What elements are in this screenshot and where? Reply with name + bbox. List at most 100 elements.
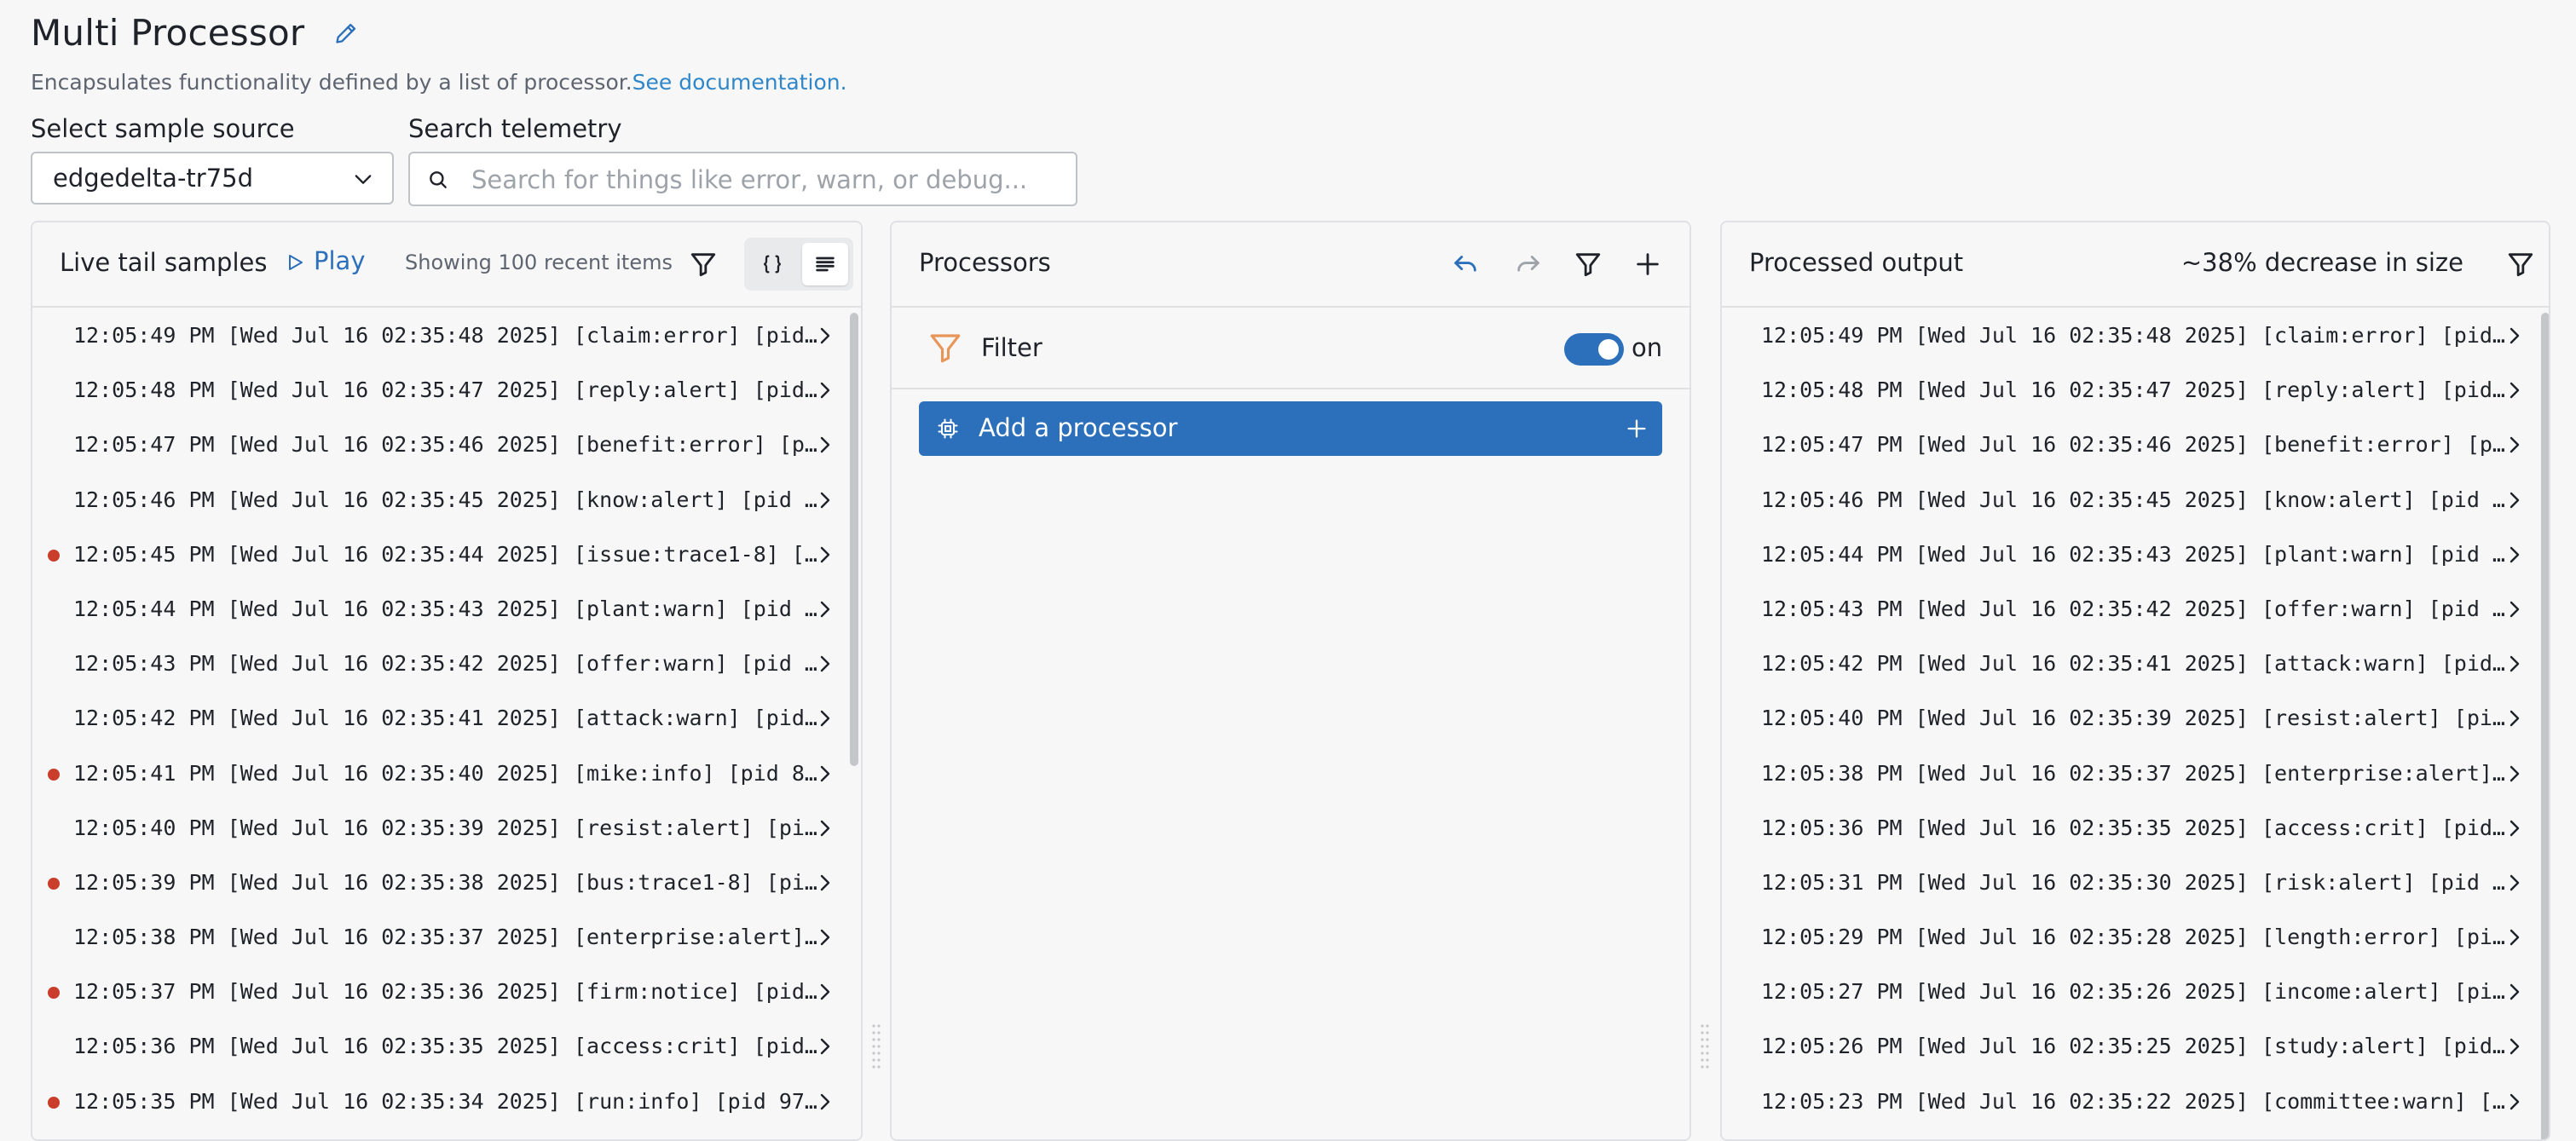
log-row-text: 12:05:46 PM [Wed Jul 16 02:35:45 2025] [… [1761, 487, 2505, 512]
chevron-right-icon[interactable] [815, 598, 835, 620]
chevron-right-icon[interactable] [2504, 926, 2525, 948]
log-row[interactable]: 12:05:36 PM [Wed Jul 16 02:35:35 2025] [… [32, 1018, 861, 1073]
chevron-right-icon[interactable] [2504, 1091, 2525, 1113]
chevron-right-icon[interactable] [815, 1035, 835, 1057]
chevron-right-icon[interactable] [815, 817, 835, 839]
chevron-right-icon[interactable] [815, 544, 835, 566]
redo-icon[interactable] [1514, 250, 1543, 279]
chevron-right-icon[interactable] [815, 489, 835, 511]
error-indicator-dot [48, 877, 60, 890]
chevron-right-icon[interactable] [2504, 489, 2525, 511]
scrollbar-thumb[interactable] [2541, 313, 2549, 1139]
chevron-right-icon[interactable] [2504, 653, 2525, 675]
log-row[interactable]: 12:05:40 PM [Wed Jul 16 02:35:39 2025] [… [32, 800, 861, 855]
json-view-button[interactable] [749, 243, 795, 285]
chevron-right-icon[interactable] [2504, 325, 2525, 347]
add-icon[interactable] [1633, 250, 1662, 279]
log-row[interactable]: 12:05:45 PM [Wed Jul 16 02:35:44 2025] [… [32, 527, 861, 581]
undo-icon[interactable] [1451, 250, 1480, 279]
chevron-right-icon[interactable] [815, 981, 835, 1003]
resize-handle[interactable] [1701, 1023, 1709, 1074]
log-row[interactable]: 12:05:29 PM [Wed Jul 16 02:35:28 2025] [… [1722, 909, 2549, 964]
text-view-button[interactable] [802, 243, 848, 285]
filter-processor-row[interactable]: Filter on [892, 308, 1689, 389]
chevron-right-icon[interactable] [2504, 544, 2525, 566]
chevron-right-icon[interactable] [815, 434, 835, 456]
page-header: Multi Processor [31, 12, 358, 54]
chevron-right-icon[interactable] [815, 763, 835, 785]
filter-toggle[interactable] [1564, 333, 1624, 366]
page-description: Encapsulates functionality defined by a … [31, 70, 847, 95]
processors-header: Processors [892, 222, 1689, 308]
log-row[interactable]: 12:05:47 PM [Wed Jul 16 02:35:46 2025] [… [1722, 417, 2549, 471]
log-row[interactable]: 12:05:41 PM [Wed Jul 16 02:35:40 2025] [… [32, 746, 861, 800]
log-row[interactable]: 12:05:42 PM [Wed Jul 16 02:35:41 2025] [… [32, 690, 861, 745]
chevron-right-icon[interactable] [815, 707, 835, 729]
log-row[interactable]: 12:05:38 PM [Wed Jul 16 02:35:37 2025] [… [32, 909, 861, 964]
processed-output-title: Processed output [1749, 248, 1964, 277]
chevron-right-icon[interactable] [815, 872, 835, 894]
resize-handle[interactable] [872, 1023, 881, 1074]
chevron-right-icon[interactable] [2504, 817, 2525, 839]
error-indicator-dot [48, 549, 60, 562]
chevron-right-icon[interactable] [815, 926, 835, 948]
play-button[interactable]: Play [285, 246, 365, 275]
add-processor-button[interactable]: Add a processor [919, 401, 1662, 456]
chevron-right-icon[interactable] [815, 1091, 835, 1113]
page-title: Multi Processor [31, 12, 305, 54]
log-row[interactable]: 12:05:46 PM [Wed Jul 16 02:35:45 2025] [… [32, 472, 861, 527]
sample-source-select[interactable]: edgedelta-tr75d [31, 152, 394, 205]
log-row[interactable]: 12:05:44 PM [Wed Jul 16 02:35:43 2025] [… [32, 581, 861, 636]
log-row[interactable]: 12:05:38 PM [Wed Jul 16 02:35:37 2025] [… [1722, 746, 2549, 800]
log-row[interactable]: 12:05:47 PM [Wed Jul 16 02:35:46 2025] [… [32, 417, 861, 471]
chevron-right-icon[interactable] [2504, 763, 2525, 785]
chevron-right-icon[interactable] [2504, 379, 2525, 401]
log-row[interactable]: 12:05:49 PM [Wed Jul 16 02:35:48 2025] [… [1722, 308, 2549, 362]
filter-icon[interactable] [2506, 250, 2535, 279]
chevron-right-icon[interactable] [2504, 707, 2525, 729]
processed-output-panel: Processed output ~38% decrease in size 1… [1720, 221, 2550, 1141]
log-row[interactable]: 12:05:31 PM [Wed Jul 16 02:35:30 2025] [… [1722, 855, 2549, 909]
log-row[interactable]: 12:05:23 PM [Wed Jul 16 02:35:22 2025] [… [1722, 1074, 2549, 1128]
log-row-text: 12:05:43 PM [Wed Jul 16 02:35:42 2025] [… [1761, 596, 2505, 621]
log-row[interactable]: 12:05:43 PM [Wed Jul 16 02:35:42 2025] [… [1722, 581, 2549, 636]
log-row[interactable]: 12:05:37 PM [Wed Jul 16 02:35:36 2025] [… [32, 964, 861, 1018]
output-scrollbar[interactable] [2540, 308, 2549, 1139]
scrollbar-thumb[interactable] [850, 313, 858, 766]
filter-icon[interactable] [1574, 250, 1603, 279]
chevron-right-icon[interactable] [815, 379, 835, 401]
documentation-link[interactable]: See documentation. [632, 70, 847, 95]
log-row[interactable]: 12:05:39 PM [Wed Jul 16 02:35:38 2025] [… [32, 855, 861, 909]
lines-icon [816, 256, 835, 272]
log-row[interactable]: 12:05:26 PM [Wed Jul 16 02:35:25 2025] [… [1722, 1018, 2549, 1073]
log-row[interactable]: 12:05:35 PM [Wed Jul 16 02:35:34 2025] [… [32, 1074, 861, 1128]
chevron-right-icon[interactable] [815, 653, 835, 675]
chevron-right-icon[interactable] [2504, 1035, 2525, 1057]
chevron-right-icon[interactable] [2504, 434, 2525, 456]
log-row[interactable]: 12:05:44 PM [Wed Jul 16 02:35:43 2025] [… [1722, 527, 2549, 581]
log-row[interactable]: 12:05:40 PM [Wed Jul 16 02:35:39 2025] [… [1722, 690, 2549, 745]
processed-output-list: 12:05:49 PM [Wed Jul 16 02:35:48 2025] [… [1722, 308, 2549, 1128]
search-input[interactable] [470, 160, 1061, 199]
chevron-right-icon[interactable] [2504, 872, 2525, 894]
log-row[interactable]: 12:05:42 PM [Wed Jul 16 02:35:41 2025] [… [1722, 636, 2549, 690]
search-box[interactable] [408, 152, 1077, 206]
log-row[interactable]: 12:05:27 PM [Wed Jul 16 02:35:26 2025] [… [1722, 964, 2549, 1018]
log-row[interactable]: 12:05:48 PM [Wed Jul 16 02:35:47 2025] [… [1722, 362, 2549, 417]
processors-panel: Processors Filter on Add a processor [890, 221, 1691, 1141]
log-row[interactable]: 12:05:36 PM [Wed Jul 16 02:35:35 2025] [… [1722, 800, 2549, 855]
chevron-right-icon[interactable] [2504, 981, 2525, 1003]
log-row[interactable]: 12:05:46 PM [Wed Jul 16 02:35:45 2025] [… [1722, 472, 2549, 527]
pencil-icon[interactable] [334, 21, 358, 45]
live-tail-scrollbar[interactable] [849, 308, 859, 1139]
chevron-right-icon[interactable] [2504, 598, 2525, 620]
size-decrease-label: ~38% decrease in size [2180, 248, 2463, 277]
chevron-right-icon[interactable] [815, 325, 835, 347]
log-row-text: 12:05:48 PM [Wed Jul 16 02:35:47 2025] [… [73, 377, 817, 403]
log-row-text: 12:05:44 PM [Wed Jul 16 02:35:43 2025] [… [1761, 541, 2505, 567]
plus-icon [1627, 419, 1646, 438]
log-row[interactable]: 12:05:43 PM [Wed Jul 16 02:35:42 2025] [… [32, 636, 861, 690]
log-row[interactable]: 12:05:49 PM [Wed Jul 16 02:35:48 2025] [… [32, 308, 861, 362]
log-row[interactable]: 12:05:48 PM [Wed Jul 16 02:35:47 2025] [… [32, 362, 861, 417]
filter-icon[interactable] [689, 250, 718, 279]
